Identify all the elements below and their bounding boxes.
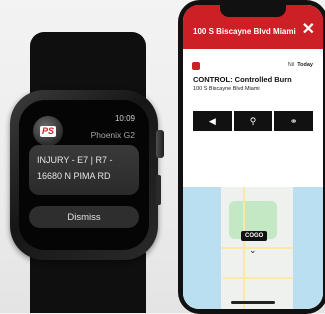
pin-icon: ⚲ bbox=[249, 115, 257, 126]
map-water bbox=[293, 187, 323, 309]
header-title: 100 S Biscayne Blvd Miami bbox=[193, 27, 296, 36]
incident-meta: Nil Today bbox=[288, 62, 313, 68]
app-logo-text: PS bbox=[39, 125, 56, 137]
notification-line-1: INJURY - E7 | R7 - bbox=[37, 155, 113, 165]
notification-line-2: 16680 N PIMA RD bbox=[37, 171, 111, 181]
map-road bbox=[221, 247, 293, 249]
home-indicator[interactable] bbox=[231, 301, 275, 304]
incident-address: 100 S Biscayne Blvd Miami bbox=[193, 86, 260, 92]
map-road bbox=[243, 187, 245, 309]
dismiss-button[interactable]: Dismiss bbox=[29, 206, 139, 228]
navigate-button[interactable]: ◀ bbox=[193, 111, 232, 131]
notification-card: INJURY - E7 | R7 - 16680 N PIMA RD bbox=[29, 145, 139, 195]
phone-screen: 100 S Biscayne Blvd Miami ✕ Nil Today CON… bbox=[183, 5, 323, 309]
map-road bbox=[223, 277, 293, 279]
chevron-down-icon[interactable]: ⌄ bbox=[249, 245, 257, 256]
map-marker[interactable]: COGO bbox=[241, 231, 268, 241]
app-logo-icon: PS bbox=[33, 116, 63, 146]
incident-day: Today bbox=[297, 62, 313, 68]
watch-app-name: Phoenix G2 bbox=[90, 130, 135, 140]
binoculars-button[interactable]: ⚭ bbox=[274, 111, 314, 131]
watch-time: 10:09 bbox=[114, 114, 135, 123]
incident-title: CONTROL: Controlled Burn bbox=[193, 75, 292, 84]
watch-side-button[interactable] bbox=[156, 175, 161, 205]
action-bar: ◀ ⚲ ⚭ bbox=[193, 111, 314, 131]
phone-notch bbox=[220, 5, 286, 17]
watch-screen: 10:09 PS Phoenix G2 INJURY - E7 | R7 - 1… bbox=[19, 100, 149, 250]
close-icon[interactable]: ✕ bbox=[302, 22, 315, 38]
binoculars-icon: ⚭ bbox=[289, 115, 298, 126]
navigate-icon: ◀ bbox=[208, 115, 216, 126]
incident-time: Nil bbox=[287, 62, 295, 68]
watch-crown[interactable] bbox=[156, 130, 164, 158]
pin-button[interactable]: ⚲ bbox=[233, 111, 273, 131]
map-water bbox=[183, 187, 221, 309]
map-view[interactable]: COGO ⌄ bbox=[183, 187, 323, 309]
incident-type-icon bbox=[192, 62, 200, 70]
